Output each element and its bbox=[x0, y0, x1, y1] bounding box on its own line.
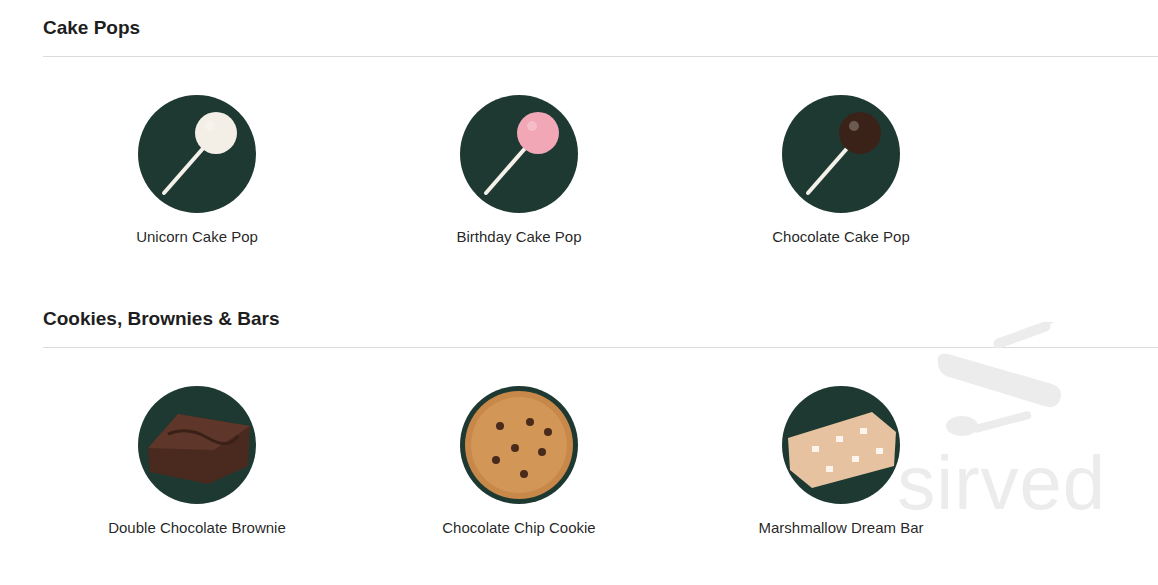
menu-page: Cake Pops Unicorn Cake Pop Birthday Cake P… bbox=[0, 0, 1158, 585]
cookie-icon bbox=[460, 386, 578, 504]
watermark-text: sirved bbox=[897, 446, 1106, 520]
menu-section: Cookies, Brownies & Bars Double Chocolate… bbox=[43, 308, 1158, 538]
utensils-logo-icon bbox=[932, 322, 1072, 442]
item-image[interactable] bbox=[460, 95, 578, 213]
menu-item[interactable]: Birthday Cake Pop bbox=[365, 95, 673, 247]
menu-item[interactable]: Marshmallow Dream Bar bbox=[687, 386, 995, 538]
item-label[interactable]: Double Chocolate Brownie bbox=[108, 518, 286, 538]
menu-item[interactable]: Chocolate Chip Cookie bbox=[365, 386, 673, 538]
item-image[interactable] bbox=[138, 95, 256, 213]
menu-section: Cake Pops Unicorn Cake Pop Birthday Cake P… bbox=[43, 17, 1158, 247]
item-label[interactable]: Unicorn Cake Pop bbox=[136, 227, 258, 247]
menu-item[interactable]: Unicorn Cake Pop bbox=[43, 95, 351, 247]
item-image[interactable] bbox=[460, 386, 578, 504]
section-heading: Cookies, Brownies & Bars bbox=[43, 308, 1158, 348]
item-label[interactable]: Chocolate Cake Pop bbox=[772, 227, 910, 247]
item-label[interactable]: Marshmallow Dream Bar bbox=[758, 518, 923, 538]
watermark: sirved bbox=[897, 322, 1106, 520]
item-grid: Unicorn Cake Pop Birthday Cake Pop Chocola… bbox=[43, 95, 1158, 247]
cake-pop-icon bbox=[460, 95, 578, 213]
item-image[interactable] bbox=[782, 386, 900, 504]
item-image[interactable] bbox=[782, 95, 900, 213]
section-heading: Cake Pops bbox=[43, 17, 1158, 57]
item-grid: Double Chocolate Brownie Chocolate Chip C… bbox=[43, 386, 1158, 538]
menu-item[interactable]: Chocolate Cake Pop bbox=[687, 95, 995, 247]
brownie-icon bbox=[138, 386, 256, 504]
bar-icon bbox=[782, 386, 900, 504]
item-label[interactable]: Birthday Cake Pop bbox=[456, 227, 581, 247]
item-label[interactable]: Chocolate Chip Cookie bbox=[442, 518, 595, 538]
cake-pop-icon bbox=[138, 95, 256, 213]
item-image[interactable] bbox=[138, 386, 256, 504]
cake-pop-icon bbox=[782, 95, 900, 213]
menu-item[interactable]: Double Chocolate Brownie bbox=[43, 386, 351, 538]
